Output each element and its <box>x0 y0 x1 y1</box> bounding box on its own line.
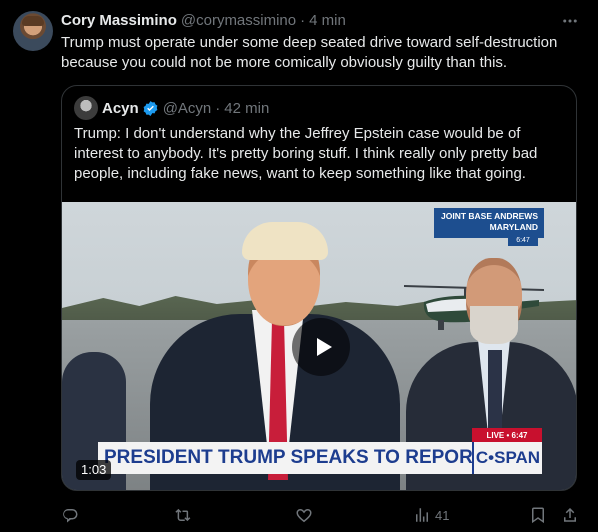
share-button[interactable] <box>561 504 579 526</box>
location-time: 6:47 <box>508 236 538 246</box>
share-icon <box>564 507 576 522</box>
more-options-icon[interactable] <box>560 11 580 31</box>
person-right-beard <box>470 306 518 344</box>
quote-avatar[interactable] <box>74 96 98 120</box>
avatar[interactable] <box>13 11 53 51</box>
bookmark-button[interactable] <box>529 504 547 526</box>
headline-chyron: PRESIDENT TRUMP SPEAKS TO REPORTERS <box>98 442 508 474</box>
author-handle[interactable]: @corymassimino <box>181 11 296 31</box>
tweet[interactable]: Cory Massimino @corymassimino · 4 min Tr… <box>0 0 598 532</box>
play-button[interactable] <box>292 318 350 376</box>
tweet-time[interactable]: 4 min <box>309 11 346 31</box>
video-duration: 1:03 <box>76 460 112 480</box>
views-icon <box>416 508 428 522</box>
verified-badge-icon <box>143 100 158 116</box>
repost-button[interactable] <box>175 504 193 526</box>
play-icon <box>316 338 332 356</box>
network-logo: C•SPAN <box>472 442 542 474</box>
reply-button[interactable] <box>61 504 79 526</box>
reply-icon <box>63 509 78 523</box>
author-name[interactable]: Cory Massimino <box>61 11 177 31</box>
quote-header: Acyn @Acyn · 42 min <box>74 96 269 120</box>
separator-dot: · <box>300 12 306 29</box>
quote-text: Trump: I don't understand why the Jeffre… <box>74 125 538 182</box>
bookmark-icon <box>532 507 544 524</box>
separator-dot: · <box>215 99 221 117</box>
live-badge: LIVE • 6:47 <box>472 428 542 442</box>
video-player[interactable]: JOINT BASE ANDREWS MARYLAND 6:47 LIVE • … <box>62 202 576 490</box>
person-right-tie <box>488 350 502 430</box>
quote-time[interactable]: 42 min <box>224 100 269 117</box>
like-button[interactable] <box>295 504 313 526</box>
location-line2: MARYLAND <box>489 222 538 232</box>
action-bar: 41 <box>61 504 581 526</box>
repost-icon <box>175 508 191 522</box>
views-count: 41 <box>435 507 450 523</box>
tweet-text: Trump must operate under some deep seate… <box>61 34 558 71</box>
speaker-hair <box>242 222 328 260</box>
tweet-header: Cory Massimino @corymassimino · 4 min <box>61 11 580 31</box>
quoted-tweet[interactable]: Acyn @Acyn · 42 min Trump: I don't under… <box>61 85 577 491</box>
location-line1: JOINT BASE ANDREWS <box>441 211 538 221</box>
views-button[interactable]: 41 <box>413 504 449 526</box>
quote-author-handle[interactable]: @Acyn <box>163 100 212 117</box>
location-chyron: JOINT BASE ANDREWS MARYLAND <box>434 208 544 238</box>
quote-author-name[interactable]: Acyn <box>102 100 139 117</box>
heart-icon <box>296 509 312 523</box>
